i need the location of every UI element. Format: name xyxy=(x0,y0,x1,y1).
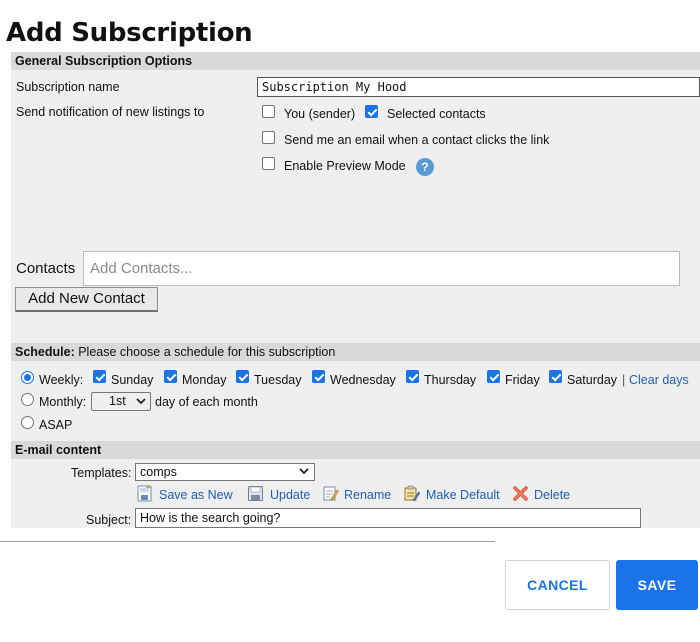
schedule-section-header: Schedule: Please choose a schedule for t… xyxy=(11,343,700,361)
subject-label: Subject: xyxy=(86,513,132,527)
schedule-header-bold: Schedule: xyxy=(15,345,75,359)
page-title: Add Subscription xyxy=(6,18,253,48)
add-new-contact-button[interactable]: Add New Contact xyxy=(15,287,158,312)
monthly-suffix-label: day of each month xyxy=(155,395,258,409)
days-separator: | xyxy=(622,373,626,387)
you-sender-label: You (sender) xyxy=(284,107,356,121)
general-section-header: General Subscription Options xyxy=(11,52,700,70)
tuesday-checkbox[interactable] xyxy=(236,370,249,383)
update-icon[interactable] xyxy=(247,485,264,502)
save-as-new-icon[interactable] xyxy=(136,485,153,502)
email-header-text: E-mail content xyxy=(15,443,102,457)
templates-label: Templates: xyxy=(71,466,132,480)
cancel-button[interactable]: CANCEL xyxy=(505,560,610,610)
tuesday-label: Tuesday xyxy=(254,373,302,387)
saturday-label: Saturday xyxy=(567,373,618,387)
templates-select[interactable]: comps xyxy=(135,463,315,481)
friday-checkbox[interactable] xyxy=(487,370,500,383)
wednesday-checkbox[interactable] xyxy=(312,370,325,383)
make-default-link[interactable]: Make Default xyxy=(426,488,500,502)
help-icon[interactable]: ? xyxy=(416,158,434,176)
save-button[interactable]: SAVE xyxy=(616,560,698,610)
asap-label: ASAP xyxy=(39,418,73,432)
monthly-day-value: 1st xyxy=(109,394,126,408)
delete-link[interactable]: Delete xyxy=(534,488,570,502)
monthly-day-select[interactable]: 1st xyxy=(91,392,151,411)
thursday-label: Thursday xyxy=(424,373,477,387)
monthly-radio[interactable] xyxy=(21,393,34,406)
monday-label: Monday xyxy=(182,373,227,387)
template-value: comps xyxy=(140,465,177,479)
selected-contacts-checkbox[interactable] xyxy=(365,105,378,118)
email-section-header: E-mail content xyxy=(11,441,700,459)
update-link[interactable]: Update xyxy=(270,488,310,502)
delete-icon[interactable] xyxy=(512,485,529,502)
chevron-down-icon xyxy=(136,398,146,405)
sunday-label: Sunday xyxy=(111,373,154,387)
monthly-label: Monthly: xyxy=(39,395,87,409)
you-sender-checkbox[interactable] xyxy=(262,105,275,118)
preview-mode-label: Enable Preview Mode xyxy=(284,159,406,173)
save-as-new-link[interactable]: Save as New xyxy=(159,488,233,502)
notify-label: Send notification of new listings to xyxy=(16,105,205,119)
email-on-click-label: Send me an email when a contact clicks t… xyxy=(284,133,550,147)
preview-mode-checkbox[interactable] xyxy=(262,157,275,170)
clear-days-link[interactable]: Clear days xyxy=(629,373,689,387)
thursday-checkbox[interactable] xyxy=(406,370,419,383)
weekly-radio[interactable] xyxy=(21,371,34,384)
sunday-checkbox[interactable] xyxy=(93,370,106,383)
make-default-icon[interactable] xyxy=(403,485,420,502)
monday-checkbox[interactable] xyxy=(164,370,177,383)
asap-radio[interactable] xyxy=(21,416,34,429)
friday-label: Friday xyxy=(505,373,540,387)
schedule-header-text: Please choose a schedule for this subscr… xyxy=(74,345,336,359)
contacts-input[interactable]: Add Contacts... xyxy=(83,251,680,286)
subscription-name-label: Subscription name xyxy=(16,80,120,94)
divider xyxy=(0,541,495,542)
contacts-label: Contacts xyxy=(16,260,76,277)
rename-link[interactable]: Rename xyxy=(344,488,391,502)
rename-icon[interactable] xyxy=(322,485,339,502)
general-header-text: General Subscription Options xyxy=(15,54,193,68)
chevron-down-icon xyxy=(299,468,309,475)
selected-contacts-label: Selected contacts xyxy=(387,107,486,121)
wednesday-label: Wednesday xyxy=(330,373,396,387)
weekly-label: Weekly: xyxy=(39,373,84,387)
subscription-name-input[interactable]: Subscription My Hood xyxy=(257,77,700,97)
subject-input[interactable]: How is the search going? xyxy=(135,508,641,528)
email-on-click-checkbox[interactable] xyxy=(262,131,275,144)
saturday-checkbox[interactable] xyxy=(549,370,562,383)
